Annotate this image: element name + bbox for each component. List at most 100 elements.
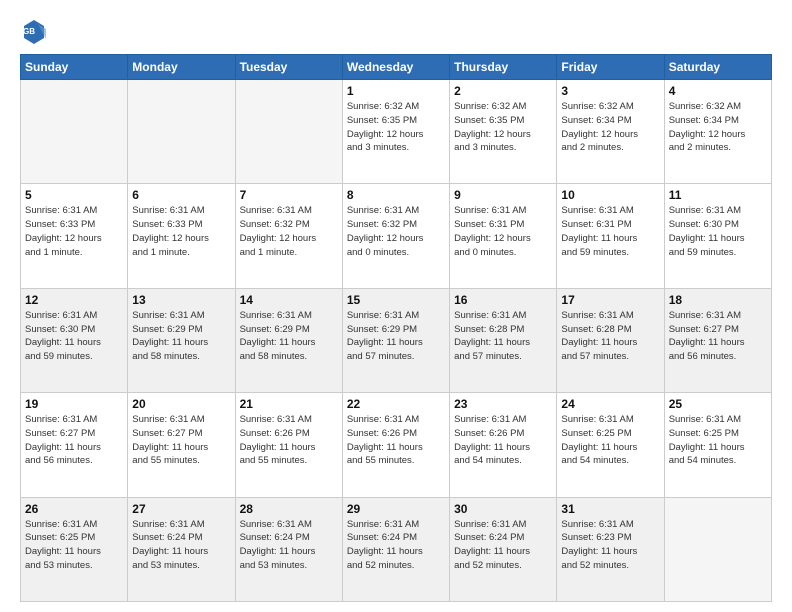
day-info: Sunrise: 6:31 AM Sunset: 6:29 PM Dayligh… (347, 309, 445, 364)
calendar-cell: 9Sunrise: 6:31 AM Sunset: 6:31 PM Daylig… (450, 184, 557, 288)
week-row-3: 12 Sunrise: 6:31 AM Sunset: 6:30 PM Dayli… (21, 288, 772, 392)
calendar-cell: 12 Sunrise: 6:31 AM Sunset: 6:30 PM Dayli… (21, 288, 128, 392)
weekday-header-thursday: Thursday (450, 55, 557, 80)
day-number: 30 (454, 502, 552, 516)
calendar-cell: 1 Sunrise: 6:32 AM Sunset: 6:35 PM Daylig… (342, 80, 449, 184)
day-info: Sunrise: 6:31 AM Sunset: 6:25 PM Dayligh… (669, 413, 767, 468)
weekday-header-tuesday: Tuesday (235, 55, 342, 80)
weekday-header-sunday: Sunday (21, 55, 128, 80)
calendar-cell (235, 80, 342, 184)
day-number: 8 (347, 188, 445, 202)
day-info: Sunrise: 6:31 AM Sunset: 6:24 PM Dayligh… (240, 518, 338, 573)
day-info: Sunrise: 6:31 AM Sunset: 6:23 PM Dayligh… (561, 518, 659, 573)
day-number: 4 (669, 84, 767, 98)
calendar-cell: 17 Sunrise: 6:31 AM Sunset: 6:28 PM Dayli… (557, 288, 664, 392)
calendar-cell: 28 Sunrise: 6:31 AM Sunset: 6:24 PM Dayli… (235, 497, 342, 601)
day-number: 29 (347, 502, 445, 516)
calendar-cell: 19 Sunrise: 6:31 AM Sunset: 6:27 PM Dayli… (21, 393, 128, 497)
day-info: Sunrise: 6:31 AM Sunset: 6:25 PM Dayligh… (561, 413, 659, 468)
calendar-cell: 13Sunrise: 6:31 AM Sunset: 6:29 PM Dayli… (128, 288, 235, 392)
weekday-header-wednesday: Wednesday (342, 55, 449, 80)
logo-icon: GB (20, 16, 48, 44)
calendar-cell: 11Sunrise: 6:31 AM Sunset: 6:30 PM Dayli… (664, 184, 771, 288)
day-info: Sunrise: 6:31 AM Sunset: 6:24 PM Dayligh… (454, 518, 552, 573)
day-info: Sunrise: 6:31 AM Sunset: 6:28 PM Dayligh… (561, 309, 659, 364)
day-number: 7 (240, 188, 338, 202)
calendar-cell: 6Sunrise: 6:31 AM Sunset: 6:33 PM Daylig… (128, 184, 235, 288)
calendar-cell: 14Sunrise: 6:31 AM Sunset: 6:29 PM Dayli… (235, 288, 342, 392)
calendar-cell: 26 Sunrise: 6:31 AM Sunset: 6:25 PM Dayli… (21, 497, 128, 601)
calendar-cell: 30 Sunrise: 6:31 AM Sunset: 6:24 PM Dayli… (450, 497, 557, 601)
day-info: Sunrise: 6:31 AM Sunset: 6:26 PM Dayligh… (240, 413, 338, 468)
day-number: 20 (132, 397, 230, 411)
calendar-cell: 7 Sunrise: 6:31 AM Sunset: 6:32 PM Daylig… (235, 184, 342, 288)
week-row-4: 19 Sunrise: 6:31 AM Sunset: 6:27 PM Dayli… (21, 393, 772, 497)
calendar-cell: 4 Sunrise: 6:32 AM Sunset: 6:34 PM Daylig… (664, 80, 771, 184)
day-number: 12 (25, 293, 123, 307)
calendar-cell: 29 Sunrise: 6:31 AM Sunset: 6:24 PM Dayli… (342, 497, 449, 601)
day-info: Sunrise: 6:32 AM Sunset: 6:35 PM Dayligh… (454, 100, 552, 155)
day-info: Sunrise: 6:32 AM Sunset: 6:34 PM Dayligh… (669, 100, 767, 155)
calendar-cell: 5 Sunrise: 6:31 AM Sunset: 6:33 PM Daylig… (21, 184, 128, 288)
day-info: Sunrise: 6:31 AM Sunset: 6:30 PM Dayligh… (25, 309, 123, 364)
day-number: 11 (669, 188, 767, 202)
day-number: 5 (25, 188, 123, 202)
day-info: Sunrise: 6:31 AM Sunset: 6:32 PM Dayligh… (347, 204, 445, 259)
day-info: Sunrise: 6:31 AM Sunset: 6:27 PM Dayligh… (132, 413, 230, 468)
calendar-cell: 24Sunrise: 6:31 AM Sunset: 6:25 PM Dayli… (557, 393, 664, 497)
calendar-cell (128, 80, 235, 184)
calendar-cell: 20 Sunrise: 6:31 AM Sunset: 6:27 PM Dayli… (128, 393, 235, 497)
day-number: 16 (454, 293, 552, 307)
weekday-header-monday: Monday (128, 55, 235, 80)
day-info: Sunrise: 6:31 AM Sunset: 6:25 PM Dayligh… (25, 518, 123, 573)
calendar-cell: 23 Sunrise: 6:31 AM Sunset: 6:26 PM Dayli… (450, 393, 557, 497)
day-number: 6 (132, 188, 230, 202)
day-number: 26 (25, 502, 123, 516)
header: GB (20, 16, 772, 44)
day-number: 17 (561, 293, 659, 307)
logo: GB (20, 16, 52, 44)
calendar-cell: 16 Sunrise: 6:31 AM Sunset: 6:28 PM Dayli… (450, 288, 557, 392)
week-row-1: 1 Sunrise: 6:32 AM Sunset: 6:35 PM Daylig… (21, 80, 772, 184)
calendar-cell: 15 Sunrise: 6:31 AM Sunset: 6:29 PM Dayli… (342, 288, 449, 392)
day-info: Sunrise: 6:31 AM Sunset: 6:29 PM Dayligh… (240, 309, 338, 364)
calendar-cell: 10Sunrise: 6:31 AM Sunset: 6:31 PM Dayli… (557, 184, 664, 288)
day-info: Sunrise: 6:31 AM Sunset: 6:27 PM Dayligh… (25, 413, 123, 468)
day-number: 10 (561, 188, 659, 202)
calendar-cell (664, 497, 771, 601)
day-number: 23 (454, 397, 552, 411)
day-number: 1 (347, 84, 445, 98)
day-info: Sunrise: 6:31 AM Sunset: 6:31 PM Dayligh… (454, 204, 552, 259)
day-info: Sunrise: 6:31 AM Sunset: 6:33 PM Dayligh… (25, 204, 123, 259)
calendar-cell: 3 Sunrise: 6:32 AM Sunset: 6:34 PM Daylig… (557, 80, 664, 184)
day-info: Sunrise: 6:31 AM Sunset: 6:26 PM Dayligh… (454, 413, 552, 468)
day-info: Sunrise: 6:31 AM Sunset: 6:29 PM Dayligh… (132, 309, 230, 364)
week-row-2: 5 Sunrise: 6:31 AM Sunset: 6:33 PM Daylig… (21, 184, 772, 288)
day-info: Sunrise: 6:31 AM Sunset: 6:32 PM Dayligh… (240, 204, 338, 259)
weekday-header-row: SundayMondayTuesdayWednesdayThursdayFrid… (21, 55, 772, 80)
day-number: 19 (25, 397, 123, 411)
calendar-cell: 27 Sunrise: 6:31 AM Sunset: 6:24 PM Dayli… (128, 497, 235, 601)
day-number: 28 (240, 502, 338, 516)
calendar-cell (21, 80, 128, 184)
calendar-cell: 8 Sunrise: 6:31 AM Sunset: 6:32 PM Daylig… (342, 184, 449, 288)
svg-text:GB: GB (23, 27, 35, 36)
day-info: Sunrise: 6:31 AM Sunset: 6:28 PM Dayligh… (454, 309, 552, 364)
day-number: 15 (347, 293, 445, 307)
calendar-cell: 31Sunrise: 6:31 AM Sunset: 6:23 PM Dayli… (557, 497, 664, 601)
calendar-cell: 22Sunrise: 6:31 AM Sunset: 6:26 PM Dayli… (342, 393, 449, 497)
day-info: Sunrise: 6:31 AM Sunset: 6:24 PM Dayligh… (132, 518, 230, 573)
day-info: Sunrise: 6:32 AM Sunset: 6:35 PM Dayligh… (347, 100, 445, 155)
page: GB SundayMondayTuesdayWednesdayThursdayF… (0, 0, 792, 612)
day-info: Sunrise: 6:32 AM Sunset: 6:34 PM Dayligh… (561, 100, 659, 155)
calendar-cell: 21Sunrise: 6:31 AM Sunset: 6:26 PM Dayli… (235, 393, 342, 497)
day-number: 18 (669, 293, 767, 307)
day-number: 25 (669, 397, 767, 411)
weekday-header-friday: Friday (557, 55, 664, 80)
day-info: Sunrise: 6:31 AM Sunset: 6:24 PM Dayligh… (347, 518, 445, 573)
week-row-5: 26 Sunrise: 6:31 AM Sunset: 6:25 PM Dayli… (21, 497, 772, 601)
calendar-cell: 18Sunrise: 6:31 AM Sunset: 6:27 PM Dayli… (664, 288, 771, 392)
day-number: 27 (132, 502, 230, 516)
day-info: Sunrise: 6:31 AM Sunset: 6:26 PM Dayligh… (347, 413, 445, 468)
day-number: 3 (561, 84, 659, 98)
